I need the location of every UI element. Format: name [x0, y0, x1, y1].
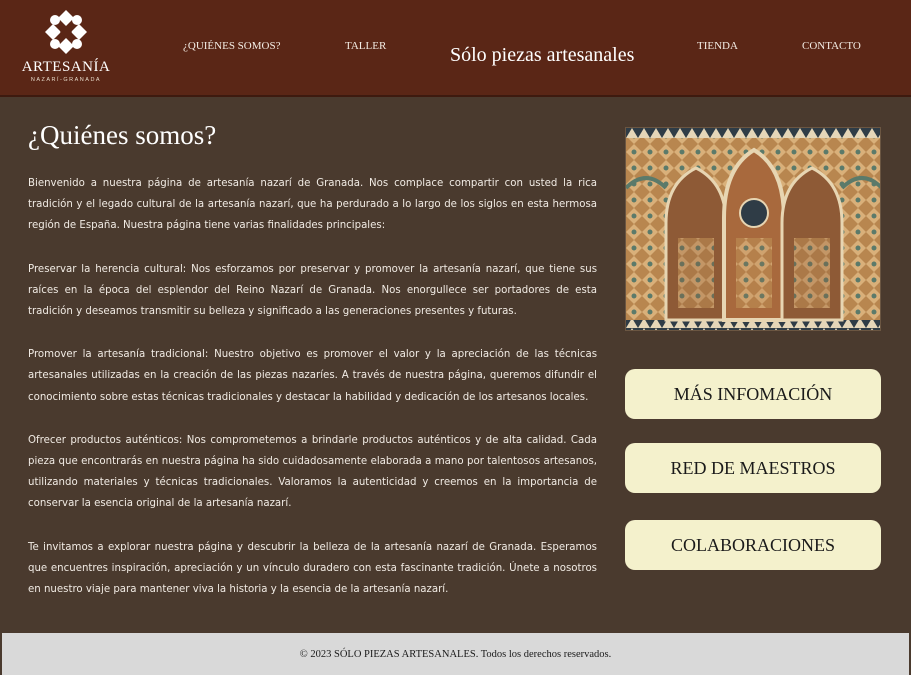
- site-tagline: Sólo piezas artesanales: [450, 44, 635, 66]
- paragraph-invitation: Te invitamos a explorar nuestra página y…: [28, 541, 597, 596]
- collaborations-button[interactable]: COLABORACIONES: [625, 520, 881, 570]
- nav-taller[interactable]: TALLER: [345, 40, 386, 52]
- logo-title: ARTESANÍA: [21, 59, 111, 75]
- paragraph-products: Ofrecer productos auténticos: Nos compro…: [28, 434, 597, 510]
- site-footer: © 2023 SÓLO PIEZAS ARTESANALES. Todos lo…: [0, 633, 911, 675]
- nav-contacto[interactable]: CONTACTO: [802, 40, 861, 52]
- page-title: ¿Quiénes somos?: [28, 120, 217, 150]
- nav-tienda[interactable]: TIENDA: [697, 40, 738, 52]
- logo-subtitle: NAZARÍ-GRANADA: [30, 77, 102, 83]
- paragraph-intro: Bienvenido a nuestra página de artesanía…: [28, 178, 597, 232]
- paragraph-craft: Promover la artesanía tradicional: Nuest…: [28, 349, 597, 403]
- copyright-text: © 2023 SÓLO PIEZAS ARTESANALES. Todos lo…: [299, 648, 612, 660]
- paragraph-heritage: Preservar la herencia cultural: Nos esfo…: [28, 263, 597, 318]
- nasrid-plasterwork-image: [625, 127, 881, 331]
- site-header: ARTESANÍA NAZARÍ-GRANADA ¿QUIÉNES SOMOS?…: [0, 0, 911, 97]
- nav-quienes-somos[interactable]: ¿QUIÉNES SOMOS?: [183, 40, 280, 52]
- masters-network-button[interactable]: RED DE MAESTROS: [625, 443, 881, 493]
- site-logo[interactable]: ARTESANÍA NAZARÍ-GRANADA: [20, 8, 112, 83]
- geometric-star-icon: [45, 10, 87, 54]
- about-text: Bienvenido a nuestra página de artesanía…: [28, 173, 597, 622]
- more-info-button[interactable]: MÁS INFOMACIÓN: [625, 369, 881, 419]
